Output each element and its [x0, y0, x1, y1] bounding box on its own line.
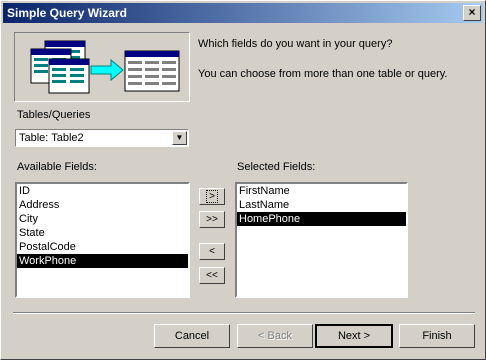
- add-all-fields-button[interactable]: >>: [199, 211, 225, 228]
- add-field-button[interactable]: >: [199, 188, 225, 205]
- list-item[interactable]: State: [17, 226, 188, 240]
- list-item[interactable]: FirstName: [237, 184, 406, 198]
- tables-to-query-icon: [30, 40, 180, 94]
- remove-field-button[interactable]: <: [199, 243, 225, 260]
- finish-button[interactable]: Finish: [399, 324, 475, 348]
- list-item[interactable]: HomePhone: [237, 212, 406, 226]
- back-button[interactable]: < Back: [237, 324, 313, 348]
- next-button[interactable]: Next >: [315, 324, 393, 348]
- wizard-illustration: [14, 32, 190, 102]
- tables-queries-select[interactable]: Table: Table2 ▼: [15, 129, 189, 147]
- close-button[interactable]: ×: [463, 5, 481, 21]
- divider: [13, 312, 475, 314]
- remove-all-fields-button[interactable]: <<: [199, 267, 225, 284]
- list-item[interactable]: ID: [17, 184, 188, 198]
- tables-queries-label: Tables/Queries: [17, 109, 91, 121]
- selected-fields-label: Selected Fields:: [237, 161, 316, 173]
- window-title: Simple Query Wizard: [7, 6, 127, 20]
- list-item[interactable]: Address: [17, 198, 188, 212]
- list-item[interactable]: City: [17, 212, 188, 226]
- selected-fields-list[interactable]: FirstName LastName HomePhone: [235, 182, 408, 298]
- list-item[interactable]: WorkPhone: [17, 254, 188, 268]
- prompt-question: Which fields do you want in your query?: [198, 38, 393, 50]
- available-fields-label: Available Fields:: [17, 161, 97, 173]
- list-item[interactable]: LastName: [237, 198, 406, 212]
- dropdown-arrow-icon[interactable]: ▼: [172, 131, 187, 145]
- list-item[interactable]: PostalCode: [17, 240, 188, 254]
- title-bar[interactable]: Simple Query Wizard ×: [3, 3, 483, 23]
- wizard-window: Simple Query Wizard × Which fields do yo…: [0, 0, 486, 360]
- cancel-button[interactable]: Cancel: [154, 324, 230, 348]
- tables-queries-value: Table: Table2: [19, 132, 84, 144]
- prompt-note: You can choose from more than one table …: [198, 68, 448, 80]
- close-icon: ×: [468, 5, 476, 19]
- available-fields-list[interactable]: ID Address City State PostalCode WorkPhone: [15, 182, 190, 298]
